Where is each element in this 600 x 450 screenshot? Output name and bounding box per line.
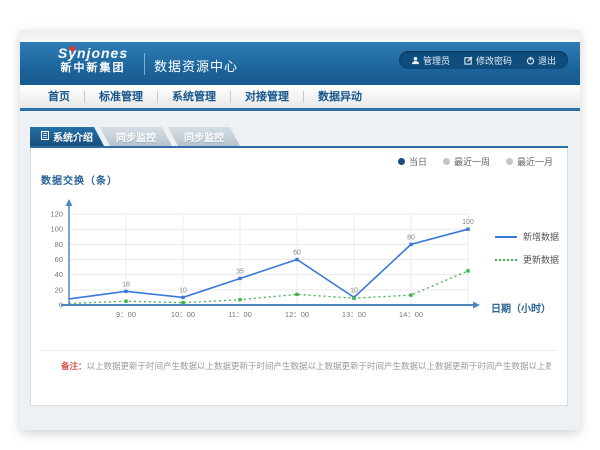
tab-sync-monitor-1[interactable]: 同步监控 [100,127,172,146]
y-tick-label: 20 [55,285,63,294]
panel-divider [41,350,557,351]
page-card: Synjones 新中新集团 数据资源中心 管理员 修改密码 [20,30,580,430]
radio-today-label: 当日 [409,155,427,168]
main-nav: 首页 标准管理 系统管理 对接管理 数据异动 [20,85,580,111]
legend-item-update-data: 更新数据 [495,253,559,266]
chart-x-axis-title: 日期（小时） [491,300,551,315]
footer-note: 备注：以上数据更新于时间产生数据以上数据更新于时间产生数据以上数据更新于时间产生… [61,360,551,372]
x-tick-label: 9：00 [116,310,136,319]
data-point [352,296,355,299]
point-label: 60 [293,250,301,257]
x-tick-label: 10：00 [171,310,195,319]
user-menu-change-password-label: 修改密码 [476,54,512,67]
y-tick-label: 60 [55,255,63,264]
document-icon [41,131,49,143]
radio-last-week-label: 最近一周 [454,155,490,168]
legend-update-data-label: 更新数据 [523,253,559,266]
data-point [238,277,241,280]
x-tick-label: 14：00 [399,310,423,319]
y-tick-label: 0 [59,301,63,310]
radio-dot-icon [506,158,513,165]
legend-new-data-label: 新增数据 [523,230,559,243]
nav-item-home[interactable]: 首页 [34,84,84,110]
data-point [466,269,469,272]
nav-item-standard-mgmt[interactable]: 标准管理 [85,84,157,110]
time-range-filter: 当日 最近一周 最近一月 [398,155,553,168]
data-point [352,296,355,299]
header-divider [144,53,145,75]
x-tick-label: 12：00 [285,310,309,319]
logo-text-secondary: 新中新集团 [48,61,138,75]
series-line [69,271,468,304]
y-axis-arrow-icon [66,199,73,206]
point-label: 10 [179,287,187,294]
y-tick-label: 80 [55,240,63,249]
radio-last-month-label: 最近一月 [517,155,553,168]
edit-icon [464,56,473,65]
solid-line-icon [495,236,517,238]
chart-legend: 新增数据 更新数据 [495,230,559,266]
nav-item-system-mgmt[interactable]: 系统管理 [158,84,230,110]
app-title: 数据资源中心 [154,56,238,75]
user-menu-admin[interactable]: 管理员 [411,54,450,67]
radio-last-week[interactable]: 最近一周 [443,155,490,168]
point-label: 10 [350,287,358,294]
user-menu: 管理员 修改密码 退出 [399,51,568,69]
point-label: 18 [122,281,130,288]
radio-dot-icon [443,158,450,165]
footer-note-prefix: 备注： [61,361,87,371]
user-icon [411,56,420,65]
data-point [124,300,127,303]
radio-dot-selected-icon [398,158,405,165]
data-point [466,228,469,231]
data-point [181,301,184,304]
logo-text-primary: Synjones [48,45,138,61]
tab-bar: 系统介绍 同步监控 同步监控 [30,127,240,146]
data-point [295,293,298,296]
point-label: 80 [407,234,415,241]
tab-system-intro[interactable]: 系统介绍 [30,127,104,146]
tab-system-intro-label: 系统介绍 [53,129,93,144]
radio-today[interactable]: 当日 [398,155,427,168]
user-menu-admin-label: 管理员 [423,54,450,67]
data-point [181,296,184,299]
power-icon [526,56,535,65]
point-label: 100 [462,219,474,226]
card-top-strip [20,30,580,42]
content-panel: 当日 最近一周 最近一月 数据交换（条） 0 20 40 60 80 100 120 9：00… [30,148,568,406]
y-tick-label: 120 [50,210,63,219]
tab-sync-monitor-2-label: 同步监控 [184,129,224,144]
chart-y-axis-title: 数据交换（条） [41,172,118,187]
x-tick-label: 13：00 [342,310,366,319]
point-label: 35 [236,268,244,275]
data-point [409,243,412,246]
user-menu-change-password[interactable]: 修改密码 [464,54,512,67]
nav-item-data-change[interactable]: 数据异动 [304,84,376,110]
tab-sync-monitor-2[interactable]: 同步监控 [168,127,240,146]
data-point [124,290,127,293]
series-line [69,229,468,299]
footer-note-text: 以上数据更新于时间产生数据以上数据更新于时间产生数据以上数据更新于时间产生数据以… [87,361,551,371]
dotted-line-icon [495,259,517,261]
company-logo: Synjones 新中新集团 [48,45,138,75]
data-point [409,293,412,296]
data-point [238,298,241,301]
radio-last-month[interactable]: 最近一月 [506,155,553,168]
y-tick-label: 40 [55,270,63,279]
x-axis-arrow-icon [473,302,480,309]
x-tick-label: 11：00 [228,310,252,319]
legend-item-new-data: 新增数据 [495,230,559,243]
tab-sync-monitor-1-label: 同步监控 [116,129,156,144]
user-menu-logout-label: 退出 [538,54,556,67]
data-point [295,258,298,261]
app-header: Synjones 新中新集团 数据资源中心 管理员 修改密码 [20,42,580,85]
nav-item-interface-mgmt[interactable]: 对接管理 [231,84,303,110]
user-menu-logout[interactable]: 退出 [526,54,556,67]
y-tick-label: 100 [50,225,63,234]
